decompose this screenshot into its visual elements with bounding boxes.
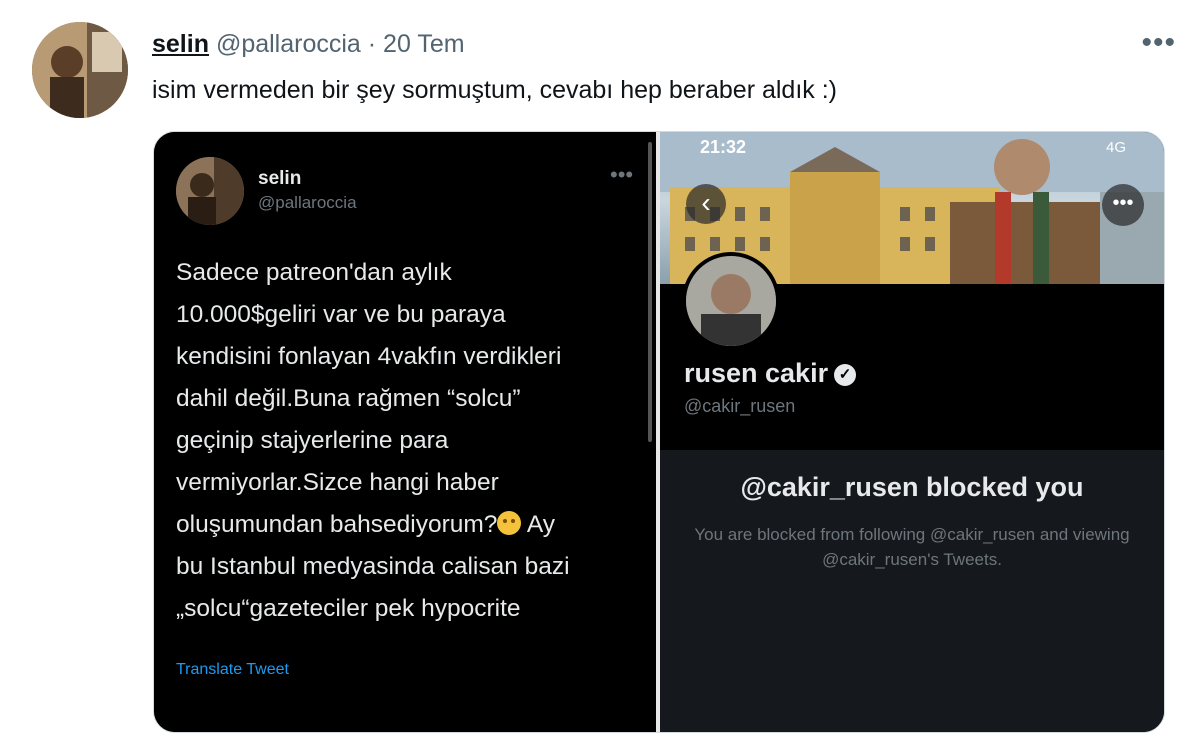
embedded-line: 10.000$geliri var ve bu paraya (176, 301, 506, 328)
author-name[interactable]: selin (152, 30, 209, 58)
profile-avatar (682, 252, 780, 350)
embedded-line: geçinip stajyerlerine para (176, 427, 449, 454)
embedded-line: „solcu“gazeteciler pek hypocrite (176, 595, 521, 622)
embedded-more-icon: ••• (610, 162, 634, 187)
profile-handle: @cakir_rusen (684, 396, 796, 416)
media-left-screenshot[interactable]: selin @pallaroccia ••• Sadece patreon'da… (154, 132, 656, 732)
smiling-face-emoji-icon (497, 511, 522, 535)
embedded-line: dahil değil.Buna rağmen “solcu” (176, 385, 521, 412)
back-arrow-icon: ‹ (686, 184, 726, 224)
embedded-line: bu Istanbul medyasinda calisan bazi (176, 553, 570, 580)
embedded-author-avatar (176, 157, 244, 225)
blocked-description: You are blocked from following @cakir_ru… (694, 525, 1130, 569)
scrollbar (648, 142, 652, 442)
status-bar-network: 4G (1105, 139, 1126, 156)
embedded-author-handle: @pallaroccia (258, 193, 357, 212)
blocked-title: @cakir_rusen blocked you (740, 472, 1084, 502)
more-options-icon[interactable]: ••• (1141, 26, 1176, 60)
embedded-author-name: selin (258, 168, 302, 189)
embedded-line: vermiyorlar.Sizce hangi haber (176, 469, 499, 496)
tweet-date[interactable]: · 20 Tem (368, 30, 465, 58)
tweet-text: isim vermeden bir şey sormuştum, cevabı … (152, 76, 837, 104)
embedded-line: kendisini fonlayan 4vakfın verdikleri (176, 343, 562, 370)
embedded-line: Sadece patreon'dan aylık (176, 259, 452, 286)
tweet-header: selin @pallaroccia · 20 Tem (152, 30, 465, 59)
media-right-screenshot[interactable]: 21:32 4G ‹ ••• rusen cakir ✓ @cakir_rusen… (660, 132, 1164, 732)
profile-more-icon: ••• (1102, 184, 1144, 226)
embedded-tweet-body: Sadece patreon'dan aylık 10.000$geliri v… (176, 252, 646, 630)
profile-name: rusen cakir ✓ (684, 358, 857, 389)
author-avatar-image (32, 22, 128, 118)
verified-badge-icon: ✓ (834, 364, 857, 386)
embedded-line-with-emoji: oluşumundan bahsediyorum? Ay (176, 511, 556, 538)
author-handle[interactable]: @pallaroccia (216, 30, 361, 58)
translate-tweet-link: Translate Tweet (176, 661, 289, 678)
tweet-media[interactable]: selin @pallaroccia ••• Sadece patreon'da… (153, 131, 1165, 733)
status-bar-time: 21:32 (700, 137, 747, 157)
author-avatar[interactable] (32, 22, 128, 118)
blocked-notice: @cakir_rusen blocked you You are blocked… (660, 450, 1164, 732)
